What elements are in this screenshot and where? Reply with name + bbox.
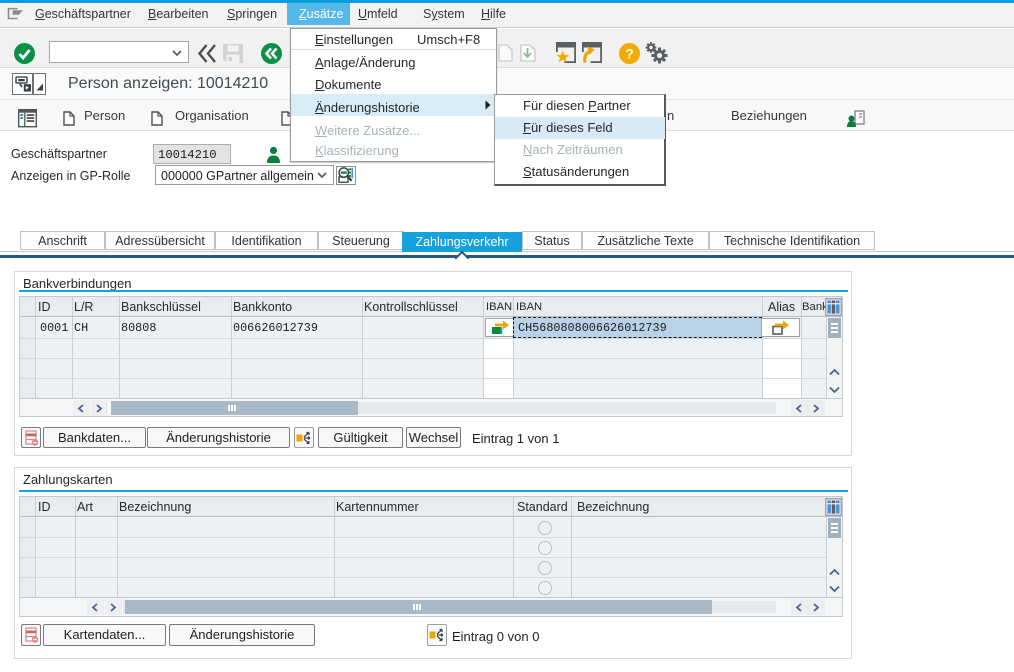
svg-text:?: ? (625, 46, 634, 62)
